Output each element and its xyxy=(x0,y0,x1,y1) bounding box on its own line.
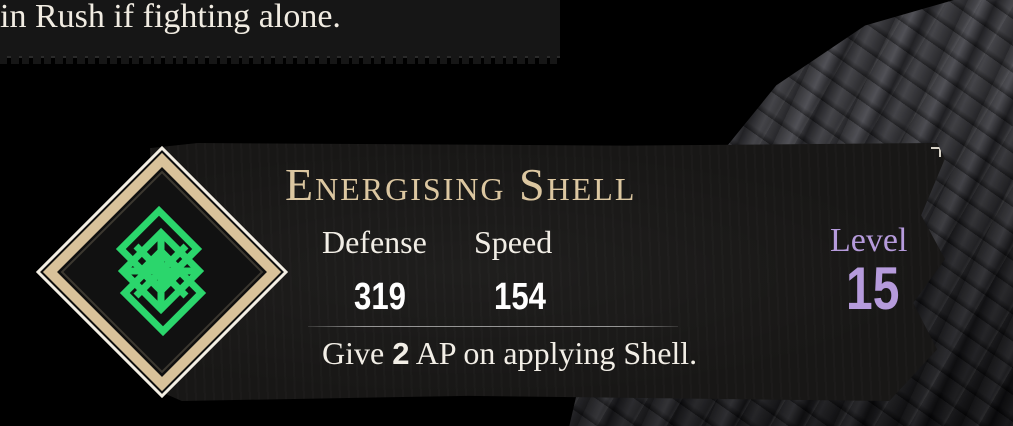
stats-divider xyxy=(308,326,678,327)
level-value: 15 xyxy=(846,255,900,322)
skill-title: Energising Shell xyxy=(285,159,637,210)
skill-description: Give 2 AP on applying Shell. xyxy=(322,335,697,372)
description-prefix: Give xyxy=(322,335,393,371)
description-amount: 2 xyxy=(392,336,410,371)
caption-text: in Rush if fighting alone. xyxy=(0,0,341,35)
caption-box: in Rush if fighting alone. xyxy=(0,0,560,64)
stat-label-defense: Defense xyxy=(322,224,427,260)
skill-emblem xyxy=(36,146,288,398)
stat-value-defense: 319 xyxy=(354,276,406,318)
panel-corner-mark xyxy=(931,147,941,157)
stat-label-speed: Speed xyxy=(474,224,553,260)
description-suffix: AP on applying Shell. xyxy=(409,335,698,371)
stat-value-speed: 154 xyxy=(494,276,546,318)
